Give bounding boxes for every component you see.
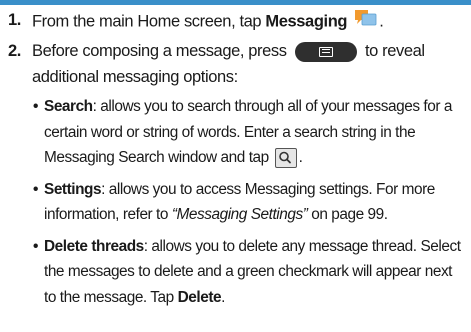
search-key-icon	[274, 147, 297, 168]
step-bold-term: Messaging	[265, 12, 348, 31]
cross-reference-link[interactable]: “Messaging Settings”	[172, 206, 308, 223]
options-list: • Search: allows you to search through a…	[0, 94, 471, 310]
step-text: Before composing a message, press	[32, 42, 287, 60]
option-settings: • Settings: allows you to access Messagi…	[0, 177, 471, 228]
step-text-end: .	[379, 12, 384, 31]
option-term: Search	[44, 98, 93, 115]
step-number: 1.	[8, 11, 21, 29]
option-delete-threads: • Delete threads: allows you to delete a…	[0, 234, 471, 311]
option-bold-action: Delete	[177, 288, 222, 306]
bullet-icon: •	[33, 237, 38, 255]
option-term: Delete threads	[44, 237, 144, 255]
bullet-icon: •	[33, 98, 38, 115]
instruction-document: 1. From the main Home screen, tap Messag…	[0, 7, 471, 316]
messaging-app-icon	[351, 7, 379, 37]
option-term: Settings	[44, 180, 102, 198]
step-number: 2.	[8, 42, 21, 60]
option-description: : allows you to search through all of yo…	[44, 98, 452, 166]
option-description-end: .	[221, 288, 225, 306]
option-search: • Search: allows you to search through a…	[0, 94, 471, 171]
step-text: From the main Home screen, tap	[32, 12, 266, 31]
page-reference: on page 99.	[307, 206, 388, 223]
section-heading-rule	[0, 0, 471, 5]
step-1: 1. From the main Home screen, tap Messag…	[0, 7, 471, 37]
option-description-end: .	[298, 149, 303, 166]
menu-key-icon	[294, 41, 357, 62]
step-2: 2. Before composing a message, press to …	[0, 38, 471, 90]
bullet-icon: •	[33, 180, 38, 198]
